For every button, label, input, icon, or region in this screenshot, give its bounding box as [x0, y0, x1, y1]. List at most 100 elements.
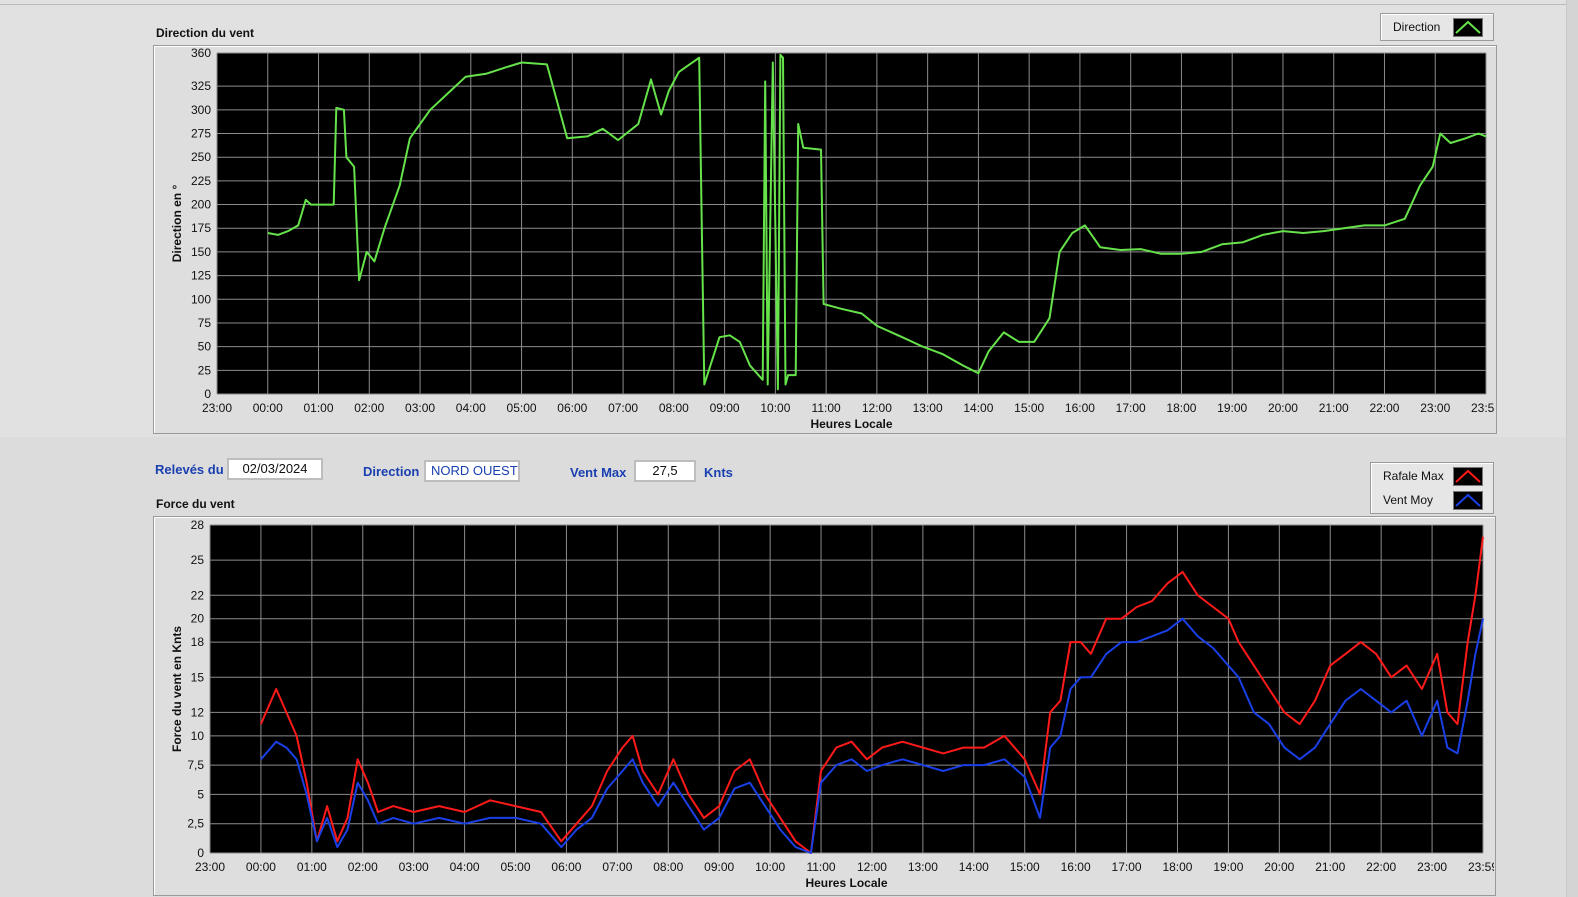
force-y-tick-label: 7,5: [187, 758, 204, 772]
direction-y-tick-label: 175: [191, 221, 211, 235]
force-x-tick-label: 10:00: [755, 860, 785, 874]
line-swatch-icon: [1453, 467, 1483, 486]
direction-label: Direction: [363, 464, 420, 479]
direction-x-tick-label: 18:00: [1166, 401, 1196, 415]
direction-y-tick-label: 150: [191, 245, 211, 259]
direction-x-tick-label: 20:00: [1268, 401, 1298, 415]
direction-x-tick-label: 15:00: [1014, 401, 1044, 415]
direction-x-tick-label: 21:00: [1319, 401, 1349, 415]
force-x-tick-label: 04:00: [450, 860, 480, 874]
direction-x-tick-label: 14:00: [963, 401, 993, 415]
direction-x-tick-label: 00:00: [253, 401, 283, 415]
force-x-tick-label: 23:59: [1468, 860, 1494, 874]
line-swatch-red: [1455, 469, 1481, 483]
direction-x-tick-label: 08:00: [659, 401, 689, 415]
direction-y-tick-label: 300: [191, 103, 211, 117]
direction-x-tick-label: 23:00: [1420, 401, 1450, 415]
direction-x-tick-label: 17:00: [1116, 401, 1146, 415]
date-label: Relevés du: [155, 462, 224, 477]
direction-y-tick-label: 100: [191, 292, 211, 306]
force-y-tick-label: 18: [191, 635, 205, 649]
force-x-tick-label: 05:00: [501, 860, 531, 874]
force-x-tick-label: 21:00: [1315, 860, 1345, 874]
force-x-tick-label: 19:00: [1213, 860, 1243, 874]
force-x-tick-label: 11:00: [806, 860, 835, 874]
force-x-tick-label: 20:00: [1264, 860, 1294, 874]
direction-y-tick-label: 360: [191, 46, 211, 60]
direction-x-tick-label: 11:00: [812, 401, 841, 415]
force-x-tick-label: 12:00: [857, 860, 887, 874]
direction-chart-title: Direction du vent: [156, 26, 255, 40]
direction-x-tick-label: 12:00: [862, 401, 892, 415]
force-x-tick-label: 07:00: [602, 860, 632, 874]
direction-x-tick-label: 19:00: [1217, 401, 1247, 415]
direction-x-tick-label: 16:00: [1065, 401, 1095, 415]
direction-plot-area: [217, 53, 1486, 394]
force-y-tick-label: 20: [191, 612, 205, 626]
force-x-tick-label: 01:00: [297, 860, 327, 874]
force-x-tick-label: 09:00: [704, 860, 734, 874]
direction-x-tick-label: 02:00: [354, 401, 384, 415]
force-y-tick-label: 10: [191, 729, 205, 743]
force-x-tick-label: 23:00: [1417, 860, 1447, 874]
line-swatch-green: [1455, 20, 1481, 34]
force-legend[interactable]: Rafale Max Vent Moy: [1370, 462, 1494, 514]
legend-item-direction[interactable]: Direction: [1381, 16, 1493, 38]
force-x-tick-label: 02:00: [348, 860, 378, 874]
legend-item-rafale-max[interactable]: Rafale Max: [1371, 465, 1493, 487]
window-right-edge: [1566, 0, 1578, 897]
force-x-tick-label: 00:00: [246, 860, 276, 874]
force-chart-title: Force du vent: [156, 497, 235, 511]
legend-label: Rafale Max: [1383, 469, 1444, 483]
date-field[interactable]: 02/03/2024: [227, 458, 323, 480]
direction-x-tick-label: 09:00: [710, 401, 740, 415]
force-y-tick-label: 22: [191, 588, 205, 602]
direction-y-tick-label: 0: [204, 387, 211, 401]
top-divider: [0, 4, 1578, 5]
force-chart: 23:00 00:00 01:00 02:00 03:00 04:00 05:00 06:00…: [170, 518, 1494, 890]
direction-x-axis-title: Heures Locale: [810, 417, 892, 431]
direction-y-tick-label: 250: [191, 150, 211, 164]
direction-x-tick-label: 22:00: [1369, 401, 1399, 415]
line-swatch-icon: [1453, 18, 1483, 37]
force-x-tick-label: 15:00: [1010, 860, 1040, 874]
force-x-tick-label: 18:00: [1162, 860, 1192, 874]
direction-y-tick-label: 50: [198, 340, 212, 354]
direction-x-tick-label: 04:00: [456, 401, 486, 415]
force-y-tick-label: 15: [191, 670, 205, 684]
force-x-tick-label: 22:00: [1366, 860, 1396, 874]
direction-x-tick-label: 01:00: [304, 401, 334, 415]
vent-max-label: Vent Max: [570, 465, 627, 480]
force-y-tick-label: 28: [191, 518, 205, 532]
force-y-tick-label: 5: [197, 787, 204, 801]
force-x-tick-label: 23:00: [195, 860, 225, 874]
force-plot-area: [210, 525, 1483, 853]
force-x-tick-label: 16:00: [1061, 860, 1091, 874]
direction-x-tick-label: 07:00: [608, 401, 638, 415]
direction-x-tick-label: 23:59: [1471, 401, 1495, 415]
force-x-tick-label: 13:00: [908, 860, 938, 874]
direction-x-tick-label: 06:00: [557, 401, 587, 415]
direction-chart: 23:00 00:00 01:00 02:00 03:00 04:00 05:00 06:00…: [170, 46, 1495, 431]
direction-y-tick-label: 75: [198, 316, 212, 330]
direction-y-tick-label: 25: [198, 363, 212, 377]
direction-y-tick-label: 200: [191, 198, 211, 212]
direction-y-tick-label: 325: [191, 79, 211, 93]
line-swatch-icon: [1453, 491, 1483, 510]
force-y-tick-label: 12: [191, 705, 205, 719]
force-x-tick-label: 08:00: [653, 860, 683, 874]
direction-x-tick-label: 05:00: [507, 401, 537, 415]
direction-x-tick-label: 03:00: [405, 401, 435, 415]
force-y-tick-label: 0: [197, 846, 204, 860]
force-y-tick-label: 2,5: [187, 817, 204, 831]
legend-label: Direction: [1393, 20, 1441, 34]
line-swatch-blue: [1455, 493, 1481, 507]
direction-x-tick-label: 23:00: [202, 401, 232, 415]
force-y-tick-label: 25: [191, 553, 205, 567]
vent-max-field[interactable]: 27,5: [634, 460, 696, 482]
direction-legend[interactable]: Direction: [1380, 13, 1494, 41]
legend-item-vent-moy[interactable]: Vent Moy: [1371, 489, 1493, 511]
direction-y-axis-title: Direction en °: [170, 185, 184, 263]
direction-y-tick-label: 225: [191, 174, 211, 188]
direction-field[interactable]: NORD OUEST: [424, 460, 520, 482]
